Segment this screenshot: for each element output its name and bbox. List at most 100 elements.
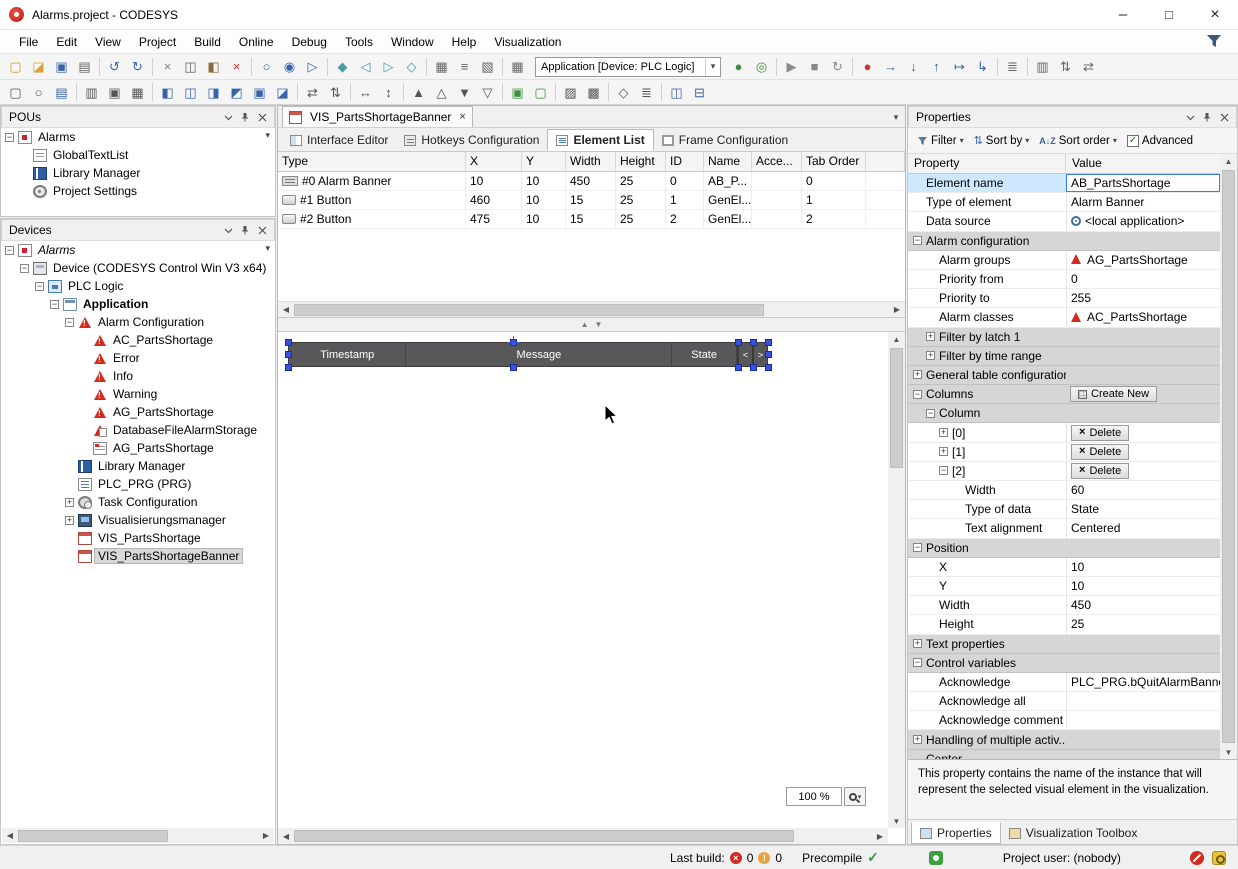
project-information-icon[interactable]: ▦ [506,56,529,78]
property-row-center[interactable]: Center [908,750,1220,759]
devices-item-warning[interactable]: Warning [1,385,275,403]
menu-item-window[interactable]: Window [382,32,443,52]
start-icon[interactable]: ▶ [780,56,803,78]
close-icon[interactable] [1216,109,1232,125]
menu-item-file[interactable]: File [10,32,47,52]
devices-item-application[interactable]: −Application [1,295,275,313]
canvas-vertical-scrollbar[interactable]: ▲ ▼ [888,332,905,828]
align-horizontal-center-icon[interactable]: ◫ [179,81,202,103]
property-row-width[interactable]: Width60 [908,481,1220,500]
tree-expander-icon[interactable]: − [35,282,44,291]
property-row-position[interactable]: −Position [908,539,1220,558]
new-file-icon[interactable]: ▢ [4,56,27,78]
background-settings-icon[interactable]: ▨ [559,81,582,103]
column-header-id[interactable]: ID [666,152,704,171]
tree-expander-icon[interactable]: − [5,133,14,142]
set-next-statement-icon[interactable]: ↳ [971,56,994,78]
scrollbar-thumb[interactable] [294,830,794,842]
open-documents-dropdown-icon[interactable]: ▾ [887,107,905,127]
devices-horizontal-scrollbar[interactable]: ◀ ▶ [2,828,274,843]
activate-keyboard-usage-icon[interactable]: ▣ [103,81,126,103]
property-row-acknowledge[interactable]: AcknowledgePLC_PRG.bQuitAlarmBanner [908,673,1220,692]
subtab-interface-editor[interactable]: Interface Editor [282,129,396,151]
checkbox-checked-icon[interactable]: ✓ [1127,135,1139,147]
property-row-column[interactable]: −Column [908,404,1220,423]
subtab-hotkeys-configuration[interactable]: Hotkeys Configuration [396,129,547,151]
property-row-1[interactable]: +[1]×Delete [908,443,1220,462]
flow-control-icon[interactable]: ≣ [1001,56,1024,78]
element-row-2-button[interactable]: #2 Button4751015252GenEl...2 [278,210,905,229]
align-bottom-icon[interactable]: ◪ [271,81,294,103]
canvas-horizontal-scrollbar[interactable]: ◀ ▶ [278,828,888,844]
visualization-settings-icon[interactable]: ▥ [80,81,103,103]
property-row-type-of-data[interactable]: Type of dataState [908,500,1220,519]
delete-button[interactable]: ×Delete [1071,463,1129,479]
property-row-general-table-configuration[interactable]: +General table configuration [908,366,1220,385]
run-to-cursor-icon[interactable]: ↦ [948,56,971,78]
menu-item-project[interactable]: Project [130,32,185,52]
property-value-cell[interactable]: AB_PartsShortage [1066,174,1220,192]
selection-handle[interactable] [765,364,772,371]
property-expander-icon[interactable]: − [913,390,922,399]
group-elements-icon[interactable]: ▣ [506,81,529,103]
tab-visualization-toolbox[interactable]: Visualization Toolbox [1001,822,1146,844]
property-expander-icon[interactable]: + [926,351,935,360]
print-icon[interactable]: ▤ [73,56,96,78]
maximize-button[interactable] [1146,0,1192,30]
edit-declaration-icon[interactable]: ≡ [453,56,476,78]
panel-menu-icon[interactable] [220,222,236,238]
bookmark-toggle-icon[interactable]: ◆ [331,56,354,78]
generate-code-icon[interactable]: ◎ [750,56,773,78]
menu-item-tools[interactable]: Tools [336,32,382,52]
delete-button[interactable]: ×Delete [1071,444,1129,460]
tree-expander-icon[interactable]: − [5,246,14,255]
window-split-vertical-icon[interactable]: ⊟ [688,81,711,103]
scroll-left-icon[interactable]: ◀ [278,303,294,317]
input-assistant-icon[interactable]: ▧ [476,56,499,78]
property-expander-icon[interactable]: − [926,409,935,418]
property-row-data-source[interactable]: Data source<local application> [908,212,1220,231]
find-next-icon[interactable]: ▷ [301,56,324,78]
property-row-filter-by-time-range[interactable]: +Filter by time range [908,347,1220,366]
tree-expander-icon[interactable]: + [65,498,74,507]
property-row-text-alignment[interactable]: Text alignmentCentered [908,519,1220,538]
devices-item-databasefilealarmstorage[interactable]: DatabaseFileAlarmStorage [1,421,275,439]
element-row-1-button[interactable]: #1 Button4601015251GenEl...1 [278,191,905,210]
selection-handle[interactable] [750,364,757,371]
property-expander-icon[interactable]: + [913,735,922,744]
active-application-selector[interactable]: Application [Device: PLC Logic] ▾ [535,57,721,77]
selection-handle[interactable] [285,364,292,371]
find-icon[interactable]: ○ [255,56,278,78]
align-vertical-center-icon[interactable]: ▣ [248,81,271,103]
scroll-left-icon[interactable]: ◀ [278,829,294,843]
close-icon[interactable] [254,109,270,125]
tree-expander-icon[interactable]: − [20,264,29,273]
devices-item-ag-partsshortage[interactable]: AG_PartsShortage [1,403,275,421]
column-header-x[interactable]: X [466,152,522,171]
next-bookmark-icon[interactable]: ▷ [377,56,400,78]
scroll-down-icon[interactable]: ▼ [889,814,904,828]
property-row-alarm-classes[interactable]: Alarm classesAC_PartsShortage [908,308,1220,327]
selection-handle[interactable] [765,351,772,358]
sort-order-dropdown[interactable]: A↓Z Sort order ▾ [1035,133,1121,149]
devices-item-task-configuration[interactable]: +Task Configuration [1,493,275,511]
property-expander-icon[interactable]: − [913,543,922,552]
align-left-icon[interactable]: ◧ [156,81,179,103]
splitter-collapse-down-icon[interactable]: ▼ [595,320,603,329]
property-expander-icon[interactable]: − [913,658,922,667]
show-invisible-elements-icon[interactable]: ◇ [612,81,635,103]
property-expander-icon[interactable]: + [913,639,922,648]
property-expander-icon[interactable]: + [926,332,935,341]
menu-item-view[interactable]: View [86,32,130,52]
menu-item-build[interactable]: Build [185,32,230,52]
tree-root-dropdown-icon[interactable]: ▾ [265,130,270,141]
pin-icon[interactable] [237,109,253,125]
chevron-down-icon[interactable]: ▾ [705,58,720,76]
devices-item-alarms[interactable]: −Alarms▾ [1,241,275,259]
property-row-x[interactable]: X10 [908,558,1220,577]
scroll-down-icon[interactable]: ▼ [1221,745,1236,759]
zoom-tool-button[interactable]: ▾ [844,787,866,806]
splitter-collapse-up-icon[interactable]: ▲ [581,320,589,329]
grid-settings-icon[interactable]: ▩ [582,81,605,103]
same-width-icon[interactable]: ↔ [354,81,377,103]
